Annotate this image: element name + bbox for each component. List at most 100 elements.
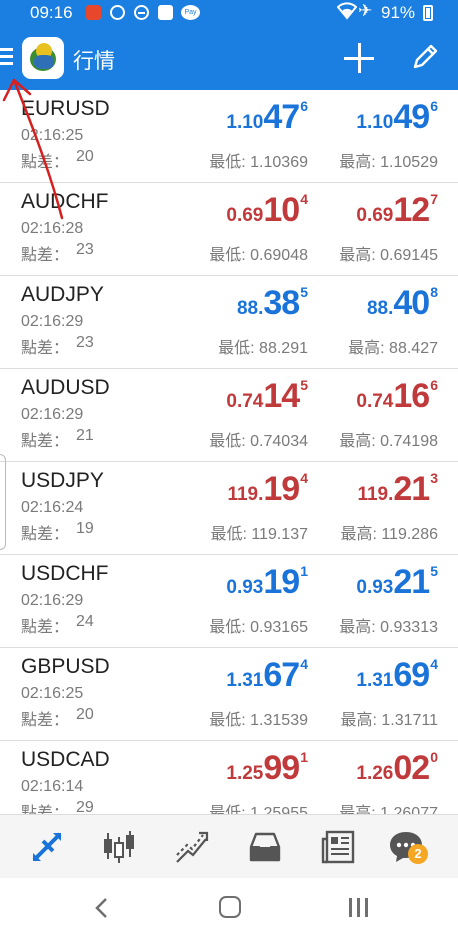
daily-high: 最高: 1.26077 <box>339 805 438 814</box>
recents-icon[interactable] <box>346 896 370 920</box>
daily-low: 最低: 1.31539 <box>209 712 308 729</box>
airplane-mode-icon: ✈ <box>358 1 373 20</box>
chat-badge: 2 <box>408 844 428 864</box>
daily-high: 最高: 0.74198 <box>339 433 438 450</box>
quote-spread-label: 點差： <box>21 433 70 450</box>
quote-row[interactable]: AUDJPY 02:16:29 點差： 23 88.385 88.408 最低: 88.29… <box>0 276 458 369</box>
quote-spread-label: 點差： <box>21 712 70 729</box>
quote-spread: 29 <box>76 799 94 814</box>
ask-price-pipette: 6 <box>430 98 438 114</box>
quote-symbol: AUDUSD <box>21 376 110 399</box>
ask-price-small: 1.26 <box>356 763 394 784</box>
quote-spread: 24 <box>76 613 94 630</box>
daily-low: 最低: 119.137 <box>210 526 308 543</box>
trade-icon[interactable] <box>174 829 210 865</box>
quote-spread-label: 點差： <box>21 340 70 357</box>
quote-time: 02:16:29 <box>21 406 84 423</box>
ask-price-pipette: 5 <box>430 563 438 579</box>
quote-symbol: AUDJPY <box>21 283 104 306</box>
quote-row[interactable]: USDCHF 02:16:29 點差： 24 0.93191 0.93215 最低: 0.9… <box>0 555 458 648</box>
ask-price-big: 02 <box>393 749 430 787</box>
ask-price: 1.26020 <box>238 749 438 788</box>
edge-handle[interactable] <box>0 454 6 550</box>
battery-level: 91% <box>381 3 416 22</box>
ask-price-pipette: 6 <box>430 377 438 393</box>
quote-time: 02:16:29 <box>21 313 84 330</box>
pay-icon: Pay <box>181 5 200 20</box>
ask-price-small: 1.10 <box>356 112 394 133</box>
quote-row[interactable]: AUDUSD 02:16:29 點差： 21 0.74145 0.74166 最低: 0.7… <box>0 369 458 462</box>
quote-spread: 20 <box>76 706 94 723</box>
daily-low: 最低: 0.69048 <box>209 247 308 264</box>
ask-price-pipette: 0 <box>430 749 438 765</box>
home-icon[interactable] <box>219 896 241 918</box>
battery-icon <box>423 5 433 21</box>
ask-price-big: 49 <box>393 98 430 136</box>
daily-low: 最低: 1.25955 <box>209 805 308 814</box>
edit-icon[interactable] <box>410 42 440 72</box>
ask-price: 119.213 <box>238 470 438 509</box>
quote-symbol: USDJPY <box>21 469 104 492</box>
quote-time: 02:16:14 <box>21 778 84 795</box>
ask-price: 0.69127 <box>238 191 438 230</box>
history-icon[interactable] <box>247 829 283 865</box>
quotes-icon[interactable] <box>29 829 65 865</box>
ask-price-pipette: 3 <box>430 470 438 486</box>
ask-price-big: 69 <box>393 656 430 694</box>
quote-spread: 23 <box>76 241 94 258</box>
ask-price-pipette: 4 <box>430 656 438 672</box>
daily-low: 最低: 88.291 <box>218 340 308 357</box>
wifi-icon <box>336 2 358 24</box>
ask-price-small: 88. <box>366 298 394 319</box>
system-nav <box>0 878 458 938</box>
quote-time: 02:16:24 <box>21 499 84 516</box>
quote-spread-label: 點差： <box>21 526 70 543</box>
ask-price: 88.408 <box>238 284 438 323</box>
do-not-disturb-icon <box>134 5 149 20</box>
ask-price-pipette: 7 <box>430 191 438 207</box>
daily-high: 最高: 119.286 <box>340 526 438 543</box>
news-icon[interactable] <box>320 829 356 865</box>
annotation-arrow <box>2 78 64 220</box>
ask-price-small: 1.31 <box>356 670 394 691</box>
bottom-nav <box>0 814 458 878</box>
daily-high: 最高: 0.69145 <box>339 247 438 264</box>
ask-price: 0.74166 <box>238 377 438 416</box>
daily-low: 最低: 0.74034 <box>209 433 308 450</box>
daily-high: 最高: 1.10529 <box>339 154 438 171</box>
quote-row[interactable]: USDJPY 02:16:24 點差： 19 119.194 119.213 最低: 119… <box>0 462 458 555</box>
ask-price-small: 0.74 <box>356 391 394 412</box>
daily-high: 最高: 0.93313 <box>339 619 438 636</box>
ask-price-small: 119. <box>357 484 394 505</box>
ask-price-big: 21 <box>393 470 430 508</box>
daily-low: 最低: 0.93165 <box>209 619 308 636</box>
quote-spread: 21 <box>76 427 94 444</box>
daily-high: 最高: 88.427 <box>348 340 438 357</box>
chart-icon[interactable] <box>101 829 137 865</box>
ask-price-big: 40 <box>393 284 430 322</box>
ask-price: 1.10496 <box>238 98 438 137</box>
quote-row[interactable]: GBPUSD 02:16:25 點差： 20 1.31674 1.31694 最低: 1.3… <box>0 648 458 741</box>
app-notification-icon <box>86 5 101 20</box>
quote-spread-label: 點差： <box>21 619 70 636</box>
user-icon <box>110 5 125 20</box>
ask-price-big: 16 <box>393 377 430 415</box>
quote-spread: 23 <box>76 334 94 351</box>
quote-symbol: USDCAD <box>21 748 110 771</box>
quote-spread: 19 <box>76 520 94 537</box>
ask-price-small: 0.69 <box>356 205 394 226</box>
quote-time: 02:16:29 <box>21 592 84 609</box>
back-icon[interactable] <box>92 896 112 920</box>
quote-row[interactable]: USDCAD 02:16:14 點差： 29 1.25991 1.26020 最低: 1.2… <box>0 741 458 814</box>
add-icon[interactable] <box>344 43 374 73</box>
daily-low: 最低: 1.10369 <box>209 154 308 171</box>
clock: 09:16 <box>30 3 73 22</box>
ask-price-small: 0.93 <box>356 577 394 598</box>
status-bar: 09:16 Pay ✈ 91% <box>0 0 458 26</box>
quote-spread-label: 點差： <box>21 247 70 264</box>
daily-high: 最高: 1.31711 <box>340 712 438 729</box>
gallery-icon <box>158 5 173 20</box>
ask-price: 1.31694 <box>238 656 438 695</box>
quote-spread-label: 點差： <box>21 805 70 814</box>
ask-price-big: 21 <box>393 563 430 601</box>
